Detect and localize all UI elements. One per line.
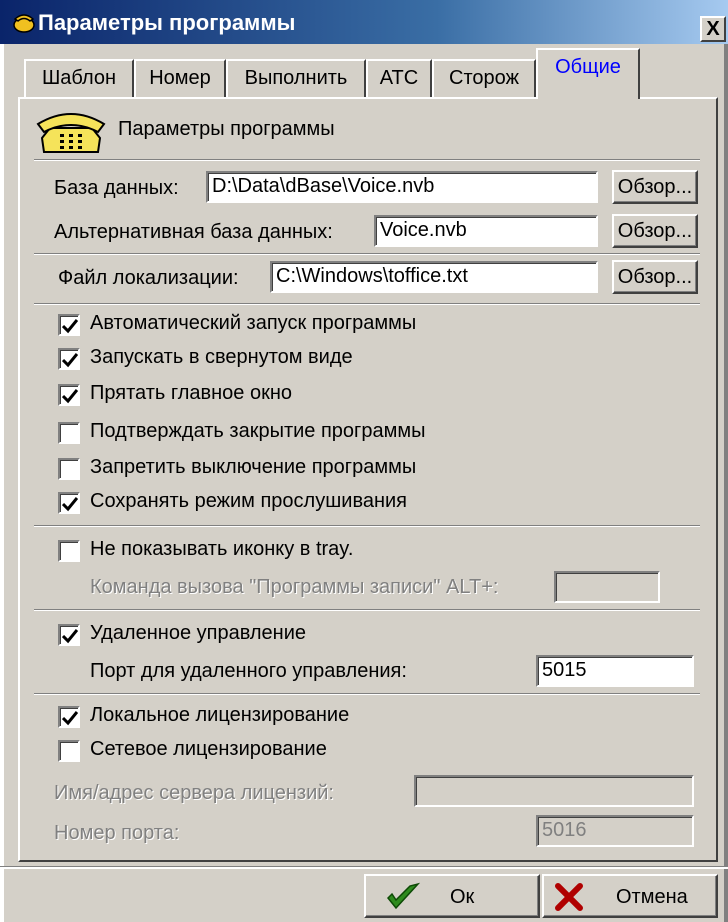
tab-template[interactable]: Шаблон (24, 59, 134, 97)
option-label: Сохранять режим прослушивания (90, 490, 408, 512)
dialog-window: Параметры программы X Шаблон Номер Выпол… (0, 0, 728, 922)
separator (0, 866, 728, 869)
close-button[interactable]: X (700, 16, 726, 42)
cancel-label: Отмена (616, 886, 688, 908)
tab-execute[interactable]: Выполнить (226, 59, 366, 97)
checkbox[interactable] (58, 624, 80, 646)
checkmark-icon (386, 882, 421, 921)
hotkey-field[interactable] (554, 571, 660, 603)
remote-port-field[interactable]: 5015 (536, 655, 694, 687)
separator (34, 525, 700, 527)
separator (34, 159, 700, 161)
checkbox[interactable] (58, 540, 80, 562)
window-edge (724, 44, 728, 922)
tab-ats[interactable]: АТС (366, 59, 432, 97)
alt-database-label: Альтернативная база данных: (54, 221, 333, 243)
option-label: Автоматический запуск программы (90, 312, 417, 334)
alt-database-field[interactable]: Voice.nvb (374, 215, 598, 247)
option-label: Не показывать иконку в tray. (90, 538, 354, 560)
option-label: Подтверждать закрытие программы (90, 420, 426, 442)
license-server-field[interactable] (414, 775, 694, 807)
database-label: База данных: (54, 177, 179, 199)
alt-database-browse-button[interactable]: Обзор... (612, 214, 698, 248)
remote-port-label: Порт для удаленного управления: (90, 660, 407, 682)
phone-icon (12, 11, 36, 33)
hotkey-label: Команда вызова "Программы записи" ALT+: (90, 576, 499, 598)
separator (34, 253, 700, 255)
option-label: Запретить выключение программы (90, 456, 417, 478)
x-icon (554, 882, 584, 921)
localization-label: Файл локализации: (58, 267, 239, 289)
tab-watchdog[interactable]: Сторож (432, 59, 536, 97)
localization-browse-button[interactable]: Обзор... (612, 260, 698, 294)
option-label: Сетевое лицензирование (90, 738, 327, 760)
checkbox[interactable] (58, 384, 80, 406)
option-label: Локальное лицензирование (90, 704, 350, 726)
checkbox[interactable] (58, 458, 80, 480)
checkbox[interactable] (58, 314, 80, 336)
telephone-icon (36, 108, 106, 164)
license-port-field[interactable]: 5016 (536, 815, 694, 847)
option-label: Прятать главное окно (90, 382, 293, 404)
title-bar[interactable]: Параметры программы X (0, 0, 728, 44)
separator (34, 693, 700, 695)
checkbox[interactable] (58, 706, 80, 728)
license-server-label: Имя/адрес сервера лицензий: (54, 782, 334, 804)
option-label: Удаленное управление (90, 622, 306, 644)
separator (34, 609, 700, 611)
database-field[interactable]: D:\Data\dBase\Voice.nvb (206, 171, 598, 203)
tab-general[interactable]: Общие (536, 48, 640, 99)
window-title: Параметры программы (38, 10, 296, 35)
separator (34, 303, 700, 305)
database-browse-button[interactable]: Обзор... (612, 170, 698, 204)
checkbox[interactable] (58, 348, 80, 370)
ok-button[interactable]: Ок (364, 874, 540, 918)
checkbox[interactable] (58, 422, 80, 444)
checkbox[interactable] (58, 740, 80, 762)
panel-header-title: Параметры программы (118, 118, 335, 140)
localization-field[interactable]: C:\Windows\toffice.txt (270, 261, 598, 293)
checkbox[interactable] (58, 492, 80, 514)
license-port-label: Номер порта: (54, 822, 180, 844)
cancel-button[interactable]: Отмена (542, 874, 718, 918)
option-label: Запускать в свернутом виде (90, 346, 353, 368)
tab-number[interactable]: Номер (134, 59, 226, 97)
window-edge (0, 44, 5, 922)
ok-label: Ок (450, 886, 475, 908)
